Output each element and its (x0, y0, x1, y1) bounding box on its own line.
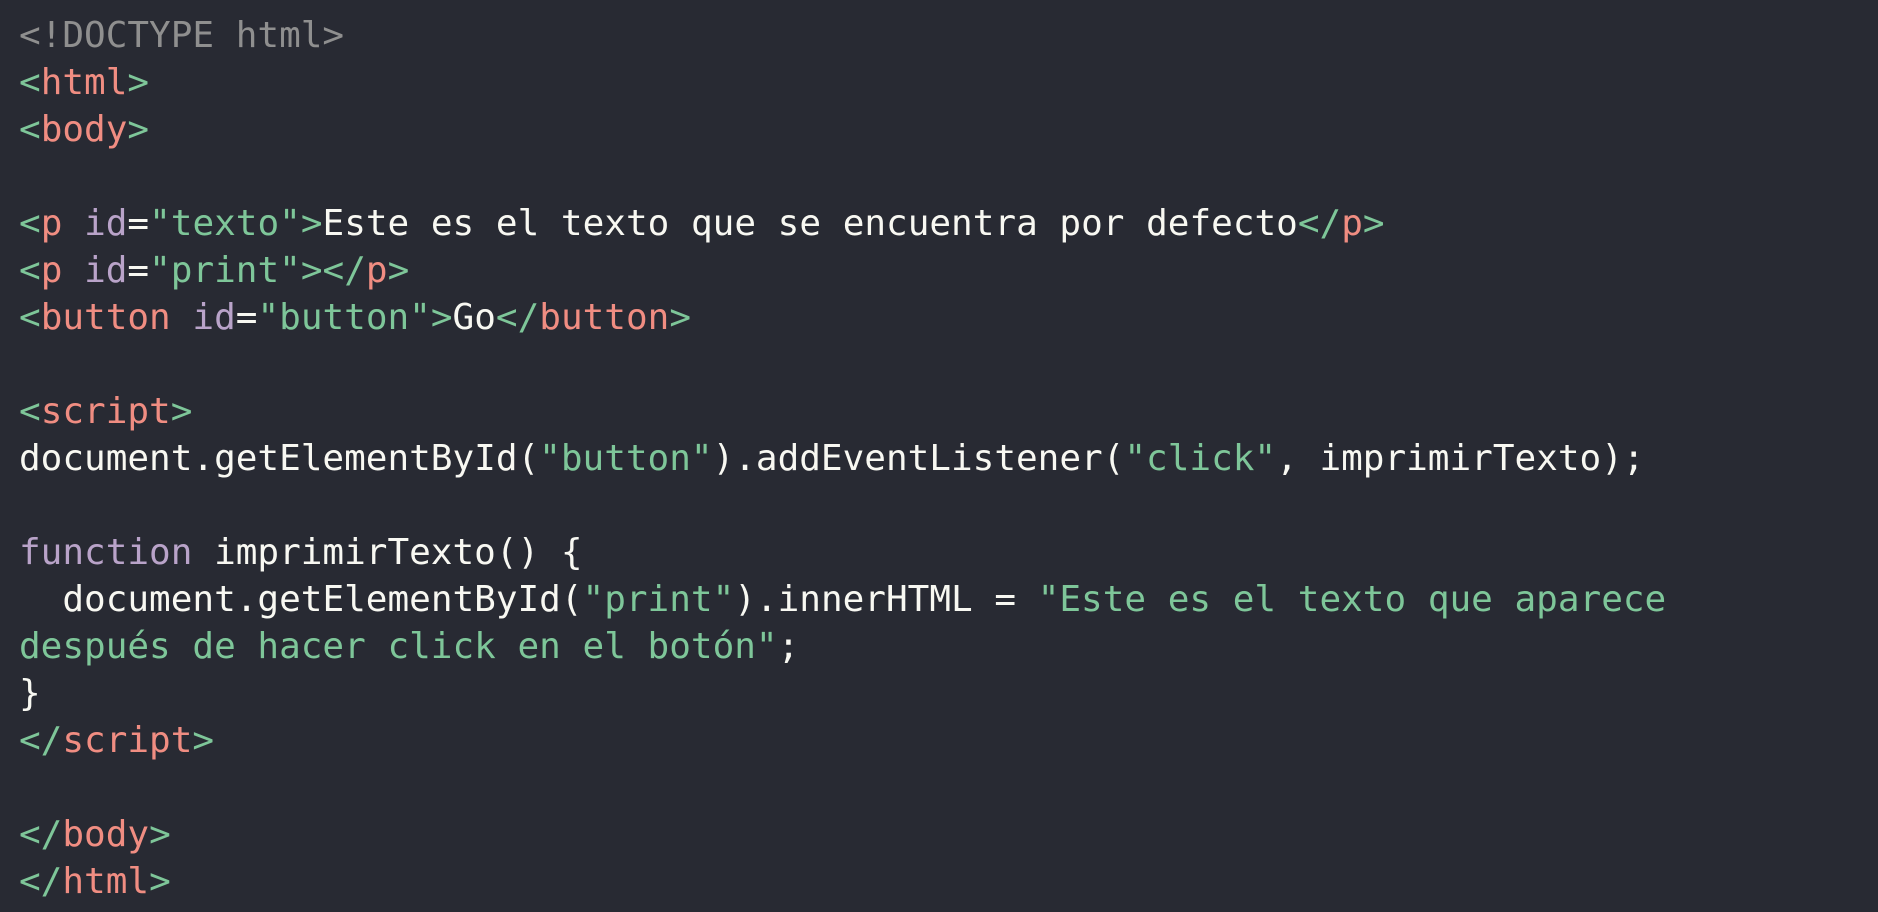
code-token: document.getElementById( (62, 579, 583, 620)
tag-name-token: script (62, 720, 193, 761)
code-line-18: </body> (19, 811, 1878, 858)
code-line-12: function imprimirTexto() { (19, 529, 1878, 576)
code-line-1: <!DOCTYPE html> (19, 12, 1878, 59)
string-token: "button" (539, 438, 713, 479)
string-token: después de hacer click en el botón" (19, 626, 778, 667)
bracket-token: </ (19, 814, 63, 855)
code-line-7: <button id="button">Go</button> (19, 294, 1878, 341)
keyword-token: function (19, 532, 193, 573)
code-line-2: <html> (19, 59, 1878, 106)
tag-name-token: p (40, 250, 63, 291)
code-token: , imprimirTexto); (1276, 438, 1645, 479)
attribute-token: id (192, 297, 236, 338)
bracket-token: </ (19, 720, 63, 761)
tag-name-token: p (1341, 203, 1363, 244)
bracket-token: < (19, 203, 41, 244)
string-token: "click" (1124, 438, 1277, 479)
bracket-token: > (149, 861, 171, 902)
tag-name-token: p (365, 250, 388, 291)
code-line-6: <p id="print"></p> (19, 247, 1878, 294)
bracket-token: > (127, 62, 150, 103)
code-line-16: </script> (19, 717, 1878, 764)
string-token: "print" (149, 250, 301, 291)
bracket-token: < (19, 109, 41, 150)
bracket-token: > (1362, 203, 1385, 244)
bracket-token: </ (1297, 203, 1342, 244)
bracket-token: > (387, 250, 410, 291)
attribute-token: id (84, 250, 128, 291)
bracket-token: > (669, 297, 691, 338)
bracket-token: > (170, 391, 193, 432)
attribute-token: id (84, 203, 128, 244)
bracket-token: </ (19, 861, 63, 902)
bracket-token: > (127, 109, 150, 150)
string-token: "texto" (149, 203, 301, 244)
bracket-token: </ (495, 297, 540, 338)
tag-name-token: p (40, 203, 63, 244)
tag-name-token: body (62, 814, 150, 855)
tag-name-token: button (40, 297, 171, 338)
code-line-14: después de hacer click en el botón"; (19, 623, 1878, 670)
string-token: "button" (257, 297, 431, 338)
code-line-13: document.getElementById("print").innerHT… (19, 576, 1878, 623)
code-line-9: <script> (19, 388, 1878, 435)
code-token: ).addEventListener( (712, 438, 1125, 479)
doctype-token: <!DOCTYPE html> (19, 15, 345, 56)
bracket-token: > (300, 250, 323, 291)
bracket-token: < (19, 391, 41, 432)
bracket-token: < (19, 250, 41, 291)
code-line-19: </html> (19, 858, 1878, 905)
string-token: "Este es el texto que aparece (1037, 579, 1667, 620)
tag-name-token: body (40, 109, 128, 150)
indent-token (19, 579, 62, 620)
code-line-8-empty (19, 341, 1878, 388)
code-line-3: <body> (19, 106, 1878, 153)
bracket-token: < (19, 297, 41, 338)
bracket-token: > (192, 720, 215, 761)
code-line-4-empty (19, 153, 1878, 200)
bracket-token: > (149, 814, 171, 855)
brace-token: } (19, 673, 41, 714)
bracket-token: </ (322, 250, 366, 291)
code-editor[interactable]: <!DOCTYPE html> <html> <body> <p id="tex… (0, 0, 1878, 912)
tag-name-token: button (539, 297, 670, 338)
bracket-token: > (300, 203, 323, 244)
code-line-11-empty (19, 482, 1878, 529)
tag-name-token: html (62, 861, 150, 902)
equals-token: = (235, 297, 258, 338)
text-content-token: Este es el texto que se encuentra por de… (322, 203, 1298, 244)
code-token: document.getElementById( (19, 438, 540, 479)
string-token: "print" (582, 579, 735, 620)
code-token: imprimirTexto() { (192, 532, 583, 573)
code-line-5: <p id="texto">Este es el texto que se en… (19, 200, 1878, 247)
code-line-15: } (19, 670, 1878, 717)
code-token: ).innerHTML = (734, 579, 1038, 620)
code-line-10: document.getElementById("button").addEve… (19, 435, 1878, 482)
bracket-token: > (430, 297, 453, 338)
equals-token: = (127, 203, 150, 244)
text-content-token: Go (452, 297, 496, 338)
code-line-17-empty (19, 764, 1878, 811)
tag-name-token: script (40, 391, 171, 432)
tag-name-token: html (40, 62, 128, 103)
bracket-token: < (19, 62, 41, 103)
equals-token: = (127, 250, 150, 291)
code-token: ; (777, 626, 800, 667)
